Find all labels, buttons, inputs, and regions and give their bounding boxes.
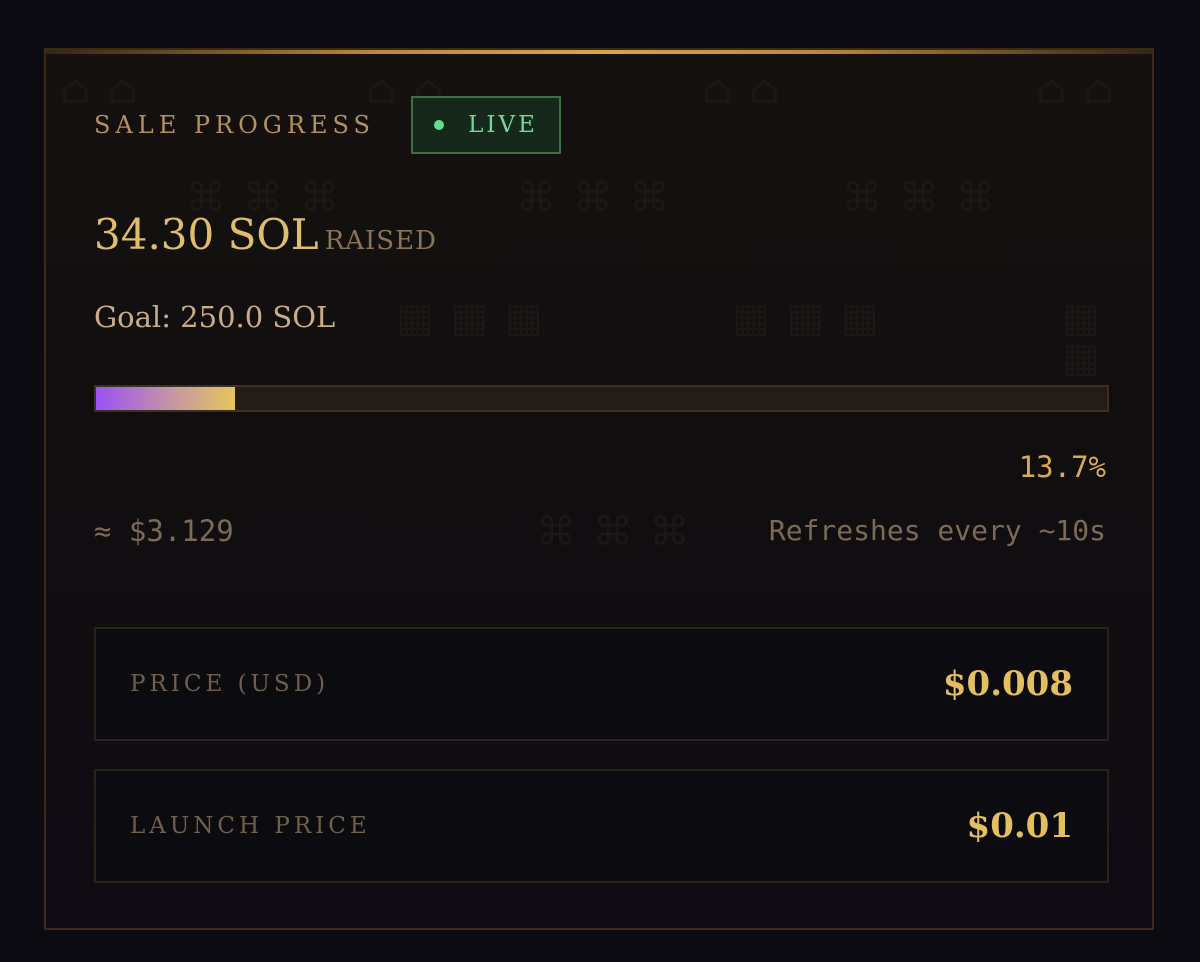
background-pattern: ⌘ ⌘ ⌘ [842,175,998,221]
background-pattern: ▦ ▦ [1062,295,1102,381]
launch-price-label: LAUNCH PRICE [130,813,371,839]
progress-bar-fill [96,387,235,410]
card-header: SALE PROGRESS LIVE [94,96,561,154]
background-pattern: ⌂ ⌂ [702,67,782,113]
progress-percent: 13.7% [1018,450,1106,484]
section-title: SALE PROGRESS [94,111,375,139]
price-usd-label: PRICE (USD) [130,671,330,697]
price-usd-box: PRICE (USD) $0.008 [94,627,1109,741]
sale-progress-card: ⌂ ⌂ ⌂ ⌂ ⌂ ⌂ ⌂ ⌂ ⌘ ⌘ ⌘ ⌘ ⌘ ⌘ ⌘ ⌘ ⌘ ▦ ▦ ▦ … [44,48,1154,930]
usd-equivalent: ≈ $3.129 [94,514,234,548]
live-status-label: LIVE [468,112,538,138]
raised-amount: 34.30 SOL [94,210,319,259]
card-top-border [46,50,1152,54]
background-pattern: ⌘ ⌘ ⌘ [536,509,692,555]
status-dot-icon [434,120,445,130]
background-pattern: ⌘ ⌘ ⌘ [516,175,672,221]
sale-goal: Goal: 250.0 SOL [94,300,336,334]
refresh-interval-note: Refreshes every ~10s [768,514,1106,547]
launch-price-box: LAUNCH PRICE $0.01 [94,769,1109,883]
launch-price-value: $0.01 [966,806,1073,846]
live-status-badge: LIVE [410,96,561,154]
page: ⌂ ⌂ ⌂ ⌂ ⌂ ⌂ ⌂ ⌂ ⌘ ⌘ ⌘ ⌘ ⌘ ⌘ ⌘ ⌘ ⌘ ▦ ▦ ▦ … [0,0,1200,962]
background-pattern: ▦ ▦ ▦ [396,295,545,341]
progress-bar [94,385,1109,412]
background-pattern: ▦ ▦ ▦ [732,295,881,341]
raised-label: RAISED [324,226,437,256]
background-pattern: ⌂ ⌂ [1036,67,1116,113]
price-usd-value: $0.008 [942,664,1073,704]
raised-summary: 34.30 SOL RAISED [94,210,437,259]
